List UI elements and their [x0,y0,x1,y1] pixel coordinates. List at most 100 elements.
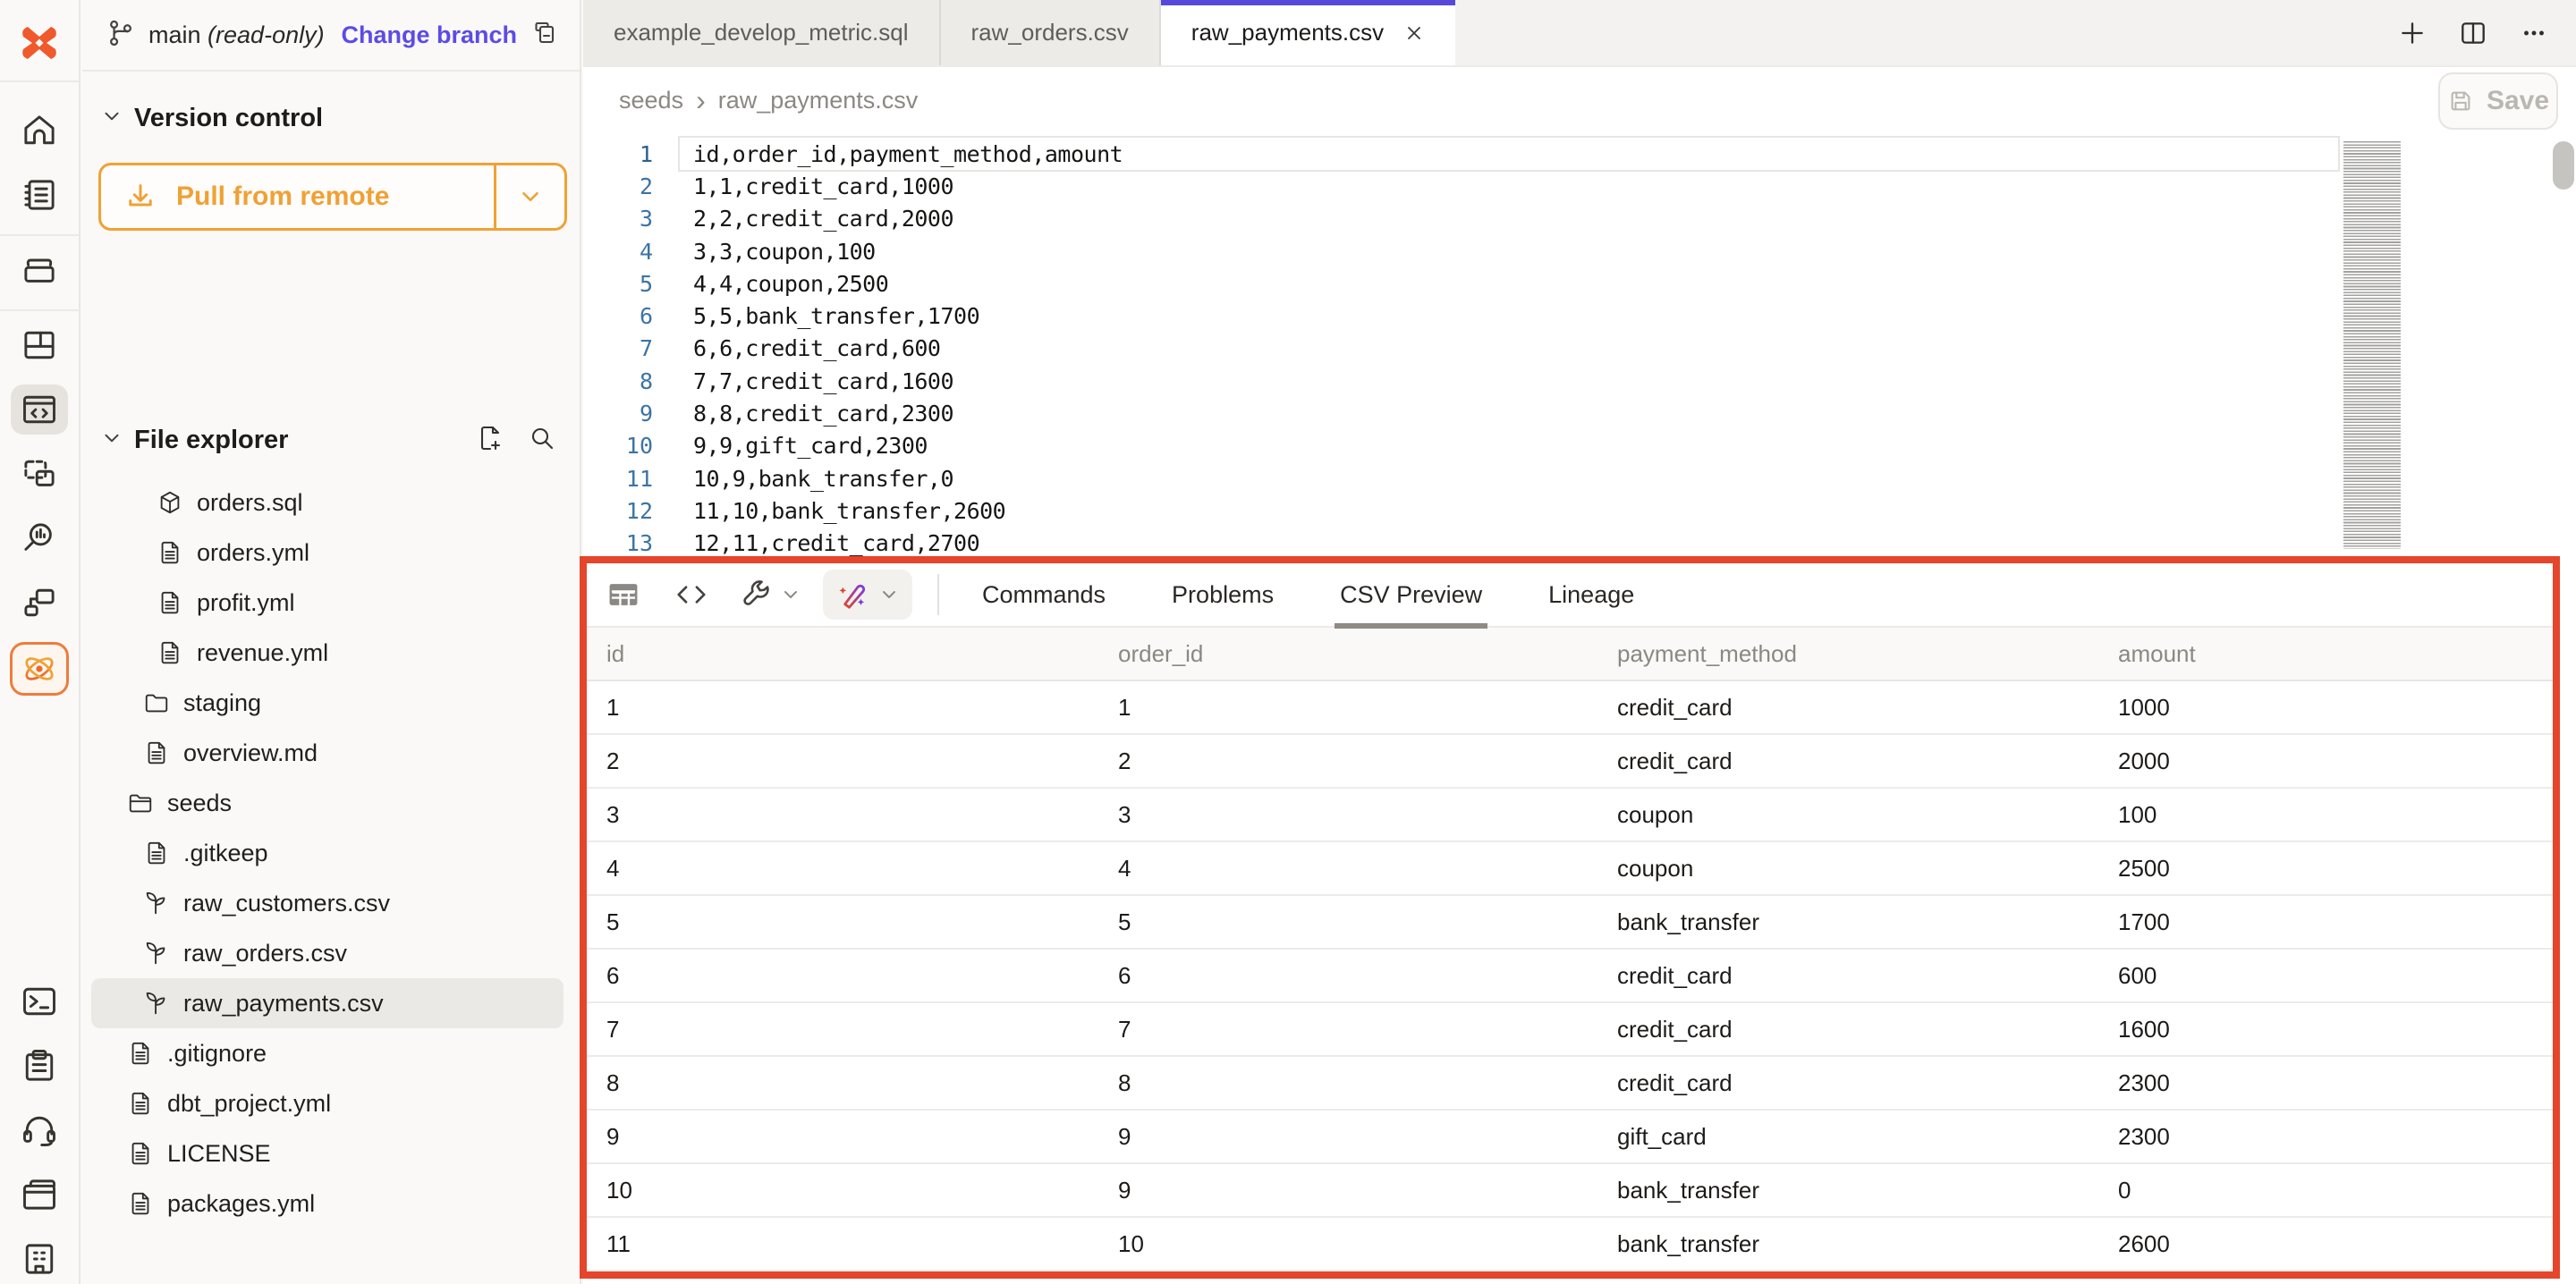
file-tree-item[interactable]: packages.yml [91,1178,564,1229]
editor-tab[interactable]: raw_payments.csv [1161,0,1455,65]
panel-tab[interactable]: Commands [977,562,1111,627]
breadcrumb-folder[interactable]: seeds [619,87,683,114]
line-number: 6 [583,303,653,329]
table-row[interactable]: 88credit_card2300 [587,1057,2553,1111]
editor-scrollbar-thumb[interactable] [2553,141,2574,190]
table-row[interactable]: 1110bank_transfer2600 [587,1218,2553,1271]
editor-line: 13 12,11,credit_card,2700 [583,528,2576,556]
data-stack-icon[interactable] [11,245,68,295]
preview-table-icon[interactable] [606,578,640,612]
browser-windows-icon[interactable] [11,1170,68,1220]
line-content: 12,11,credit_card,2700 [693,530,979,556]
table-cell: 10 [587,1177,1098,1204]
editor-line: 10 9,9,gift_card,2300 [583,430,2576,462]
chevron-down-icon[interactable] [100,427,123,454]
table-cell: 9 [1098,1123,1597,1151]
new-file-icon[interactable] [476,424,504,457]
close-tab-icon[interactable] [1403,22,1425,44]
download-icon [124,181,157,213]
breadcrumb-row: seeds › raw_payments.csv Save [583,67,2576,134]
editor-line: 7 6,6,credit_card,600 [583,333,2576,365]
file-tree-item[interactable]: orders.yml [91,528,564,578]
file-tree-item[interactable]: overview.md [91,728,564,778]
table-cell: credit_card [1597,694,2098,722]
pull-options-caret[interactable] [496,165,564,228]
home-icon[interactable] [11,106,68,156]
table-row[interactable]: 22credit_card2000 [587,735,2553,789]
folder-icon [143,689,170,716]
file-tree-item[interactable]: raw_orders.csv [91,928,564,978]
file-tree-item[interactable]: LICENSE [91,1128,564,1178]
file-tree-item[interactable]: revenue.yml [91,628,564,678]
seedling-icon [143,990,170,1017]
editor-line: 8 7,7,credit_card,1600 [583,365,2576,397]
chevron-down-icon[interactable] [100,105,123,132]
linked-windows-icon[interactable] [11,578,68,628]
dashboard-grid-icon[interactable] [11,320,68,370]
table-row[interactable]: 109bank_transfer0 [587,1164,2553,1218]
canvas-select-icon[interactable] [11,449,68,499]
table-row[interactable]: 77credit_card1600 [587,1003,2553,1057]
breadcrumb-file[interactable]: raw_payments.csv [718,87,919,114]
editor-tab[interactable]: raw_orders.csv [941,0,1161,65]
app-logo-icon[interactable] [11,14,68,72]
file-tree-item[interactable]: raw_customers.csv [91,878,564,928]
ai-fix-button[interactable] [823,570,912,620]
file-tree-item[interactable]: seeds [91,778,564,828]
column-header: payment_method [1597,640,2098,668]
table-row[interactable]: 55bank_transfer1700 [587,896,2553,950]
panel-tab[interactable]: Problems [1166,562,1279,627]
table-cell: 6 [587,962,1098,990]
table-row[interactable]: 33coupon100 [587,789,2553,842]
file-tree-item[interactable]: .gitignore [91,1028,564,1078]
file-tree-item[interactable]: dbt_project.yml [91,1078,564,1128]
editor-tab[interactable]: example_develop_metric.sql [583,0,941,65]
build-wrench-icon[interactable] [739,578,773,612]
search-icon[interactable] [528,424,556,457]
sidebar: main (read-only) Change branch Version c… [82,0,581,1284]
organization-building-icon[interactable] [11,1234,68,1284]
file-tree-item[interactable]: raw_payments.csv [91,978,564,1028]
ai-assistant-icon[interactable] [10,642,69,696]
table-row[interactable]: 99gift_card2300 [587,1111,2553,1164]
headset-support-icon[interactable] [11,1105,68,1155]
table-cell: gift_card [1597,1123,2098,1151]
terminal-icon[interactable] [11,976,68,1026]
table-cell: 600 [2098,962,2553,990]
table-cell: 2300 [2098,1123,2553,1151]
code-view-icon[interactable] [674,578,708,612]
file-icon [157,589,183,616]
table-row[interactable]: 66credit_card600 [587,950,2553,1003]
more-options-icon[interactable] [2519,18,2549,48]
panel-tab[interactable]: Lineage [1543,562,1640,627]
table-cell: 8 [1098,1069,1597,1097]
table-cell: 2 [587,748,1098,775]
divider [937,574,939,615]
clipboard-icon[interactable] [11,1041,68,1091]
split-editor-icon[interactable] [2458,18,2488,48]
table-cell: credit_card [1597,748,2098,775]
file-tree-item[interactable]: .gitkeep [91,828,564,878]
table-row[interactable]: 44coupon2500 [587,842,2553,896]
git-branch-icon [106,18,136,53]
copy-icon[interactable] [531,19,560,52]
file-tree-item[interactable]: profit.yml [91,578,564,628]
table-row[interactable]: 11credit_card1000 [587,681,2553,735]
explore-search-icon[interactable] [11,513,68,563]
save-button[interactable]: Save [2438,72,2558,130]
chevron-down-icon[interactable] [780,584,801,605]
notebook-icon[interactable] [11,170,68,220]
code-editor-icon[interactable] [11,384,68,435]
table-cell: 5 [1098,908,1597,936]
file-name: overview.md [183,739,318,767]
minimap[interactable] [2343,141,2401,549]
pull-from-remote-button[interactable]: Pull from remote [98,163,567,231]
file-tree-item[interactable]: orders.sql [91,477,564,528]
file-tree-item[interactable]: staging [91,678,564,728]
table-cell: 5 [587,908,1098,936]
change-branch-link[interactable]: Change branch [341,21,517,49]
code-editor[interactable]: 1 id,order_id,payment_method,amount 2 1,… [583,134,2576,556]
new-tab-icon[interactable] [2397,18,2428,48]
table-cell: coupon [1597,855,2098,883]
panel-tab[interactable]: CSV Preview [1335,562,1487,627]
